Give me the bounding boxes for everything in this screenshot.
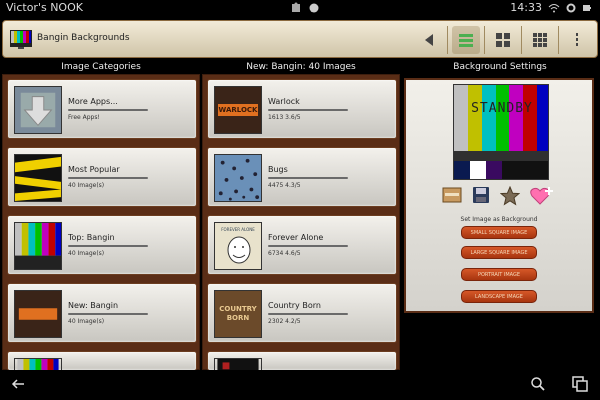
clock: 14:33 (510, 1, 542, 14)
background-preview: STANDBY (453, 84, 549, 180)
category-item-partial[interactable] (7, 351, 197, 372)
grid-small-icon (533, 33, 547, 47)
view-toolbar (415, 26, 591, 54)
bugs-thumb (214, 154, 262, 202)
settings-icons (442, 186, 554, 206)
set-background-label: Set Image as Background (460, 216, 538, 223)
star-icon[interactable] (500, 186, 520, 206)
download-arrow-thumb (14, 86, 62, 134)
landscape-image-button[interactable]: LANDSCAPE IMAGE (461, 290, 537, 303)
country-born-thumb: COUNTRY BORN (214, 290, 262, 338)
category-title: Most Popular (68, 165, 120, 174)
search-icon[interactable] (530, 376, 546, 392)
title-underline (268, 313, 348, 315)
gear-icon (566, 3, 576, 12)
add-favorite-heart-icon[interactable] (530, 186, 554, 206)
overflow-menu-button[interactable] (563, 26, 591, 54)
title-underline (268, 177, 348, 179)
save-disk-icon[interactable] (472, 186, 490, 204)
grid-2-view-button[interactable] (489, 26, 517, 54)
country-born-logo: COUNTRY BORN (219, 305, 257, 322)
image-stats: 2302 4.2/5 (268, 318, 301, 325)
image-item-warlock[interactable]: WARLOCK Warlock 1613 3.6/5 (207, 79, 397, 139)
divider (484, 26, 485, 54)
list-view-button[interactable] (452, 26, 480, 54)
images-panel: WARLOCK Warlock 1613 3.6/5 Bugs 4475 4.3… (202, 74, 400, 372)
image-item-forever-alone[interactable]: FOREVER ALONE Forever Alone 6734 4.6/5 (207, 215, 397, 275)
image-stats: 4475 4.3/5 (268, 182, 301, 189)
image-title: Warlock (268, 97, 300, 106)
color-bars-thumb (14, 222, 62, 270)
action-bar: Bangin Backgrounds (2, 20, 598, 58)
recent-apps-icon[interactable] (572, 376, 588, 392)
category-title: Top: Bangin (68, 233, 115, 242)
title-underline (68, 245, 148, 247)
back-arrow-button[interactable] (415, 26, 443, 54)
status-bar: Victor's NOOK 14:33 (0, 0, 600, 18)
category-title: More Apps... (68, 97, 118, 106)
color-bars-preview (454, 85, 548, 179)
forever-alone-caption: FOREVER ALONE (221, 227, 255, 232)
puzzle-icon (292, 2, 300, 12)
title-underline (268, 245, 348, 247)
category-subtitle: 40 Image(s) (68, 182, 105, 189)
image-item-partial[interactable] (207, 351, 397, 372)
image-stats: 6734 4.6/5 (268, 250, 301, 257)
image-frame-icon[interactable] (442, 186, 462, 204)
list-icon (459, 34, 473, 47)
title-underline (268, 109, 348, 111)
caution-tape-thumb (14, 154, 62, 202)
back-arrow-icon[interactable] (10, 376, 26, 392)
battery-icon (583, 4, 591, 11)
forever-alone-thumb: FOREVER ALONE (214, 222, 262, 270)
image-title: Bugs (268, 165, 288, 174)
small-square-image-button[interactable]: SMALL SQUARE IMAGE (461, 226, 537, 239)
device-name: Victor's NOOK (6, 1, 83, 14)
wifi-icon (548, 3, 560, 12)
background-settings-panel: STANDBY Set Image as Background SMALL SQ… (404, 78, 594, 313)
portrait-image-button[interactable]: PORTRAIT IMAGE (461, 268, 537, 281)
image-list-header: New: Bangin: 40 Images (246, 62, 356, 72)
image-item-country-born[interactable]: COUNTRY BORN Country Born 2302 4.2/5 (207, 283, 397, 343)
image-title: Country Born (268, 301, 321, 310)
grid-icon (496, 33, 510, 47)
warlock-thumb (14, 290, 62, 338)
image-item-bugs[interactable]: Bugs 4475 4.3/5 (207, 147, 397, 207)
category-item-top-bangin[interactable]: Top: Bangin 40 Image(s) (7, 215, 197, 275)
image-title: Forever Alone (268, 233, 324, 242)
category-subtitle: Free Apps! (68, 114, 100, 121)
image-categories-header: Image Categories (61, 62, 141, 72)
title-underline (68, 313, 148, 315)
more-vertical-icon (576, 33, 578, 46)
divider (447, 26, 448, 54)
large-square-image-button[interactable]: LARGE SQUARE IMAGE (461, 246, 537, 259)
category-subtitle: 40 Image(s) (68, 318, 105, 325)
app-icon[interactable] (9, 27, 33, 51)
title-underline (68, 177, 148, 179)
category-item-new-bangin[interactable]: New: Bangin 40 Image(s) (7, 283, 197, 343)
background-settings-header: Background Settings (453, 62, 547, 72)
category-item-most-popular[interactable]: Most Popular 40 Image(s) (7, 147, 197, 207)
system-nav-bar (0, 370, 600, 400)
divider (558, 26, 559, 54)
standby-text: STANDBY (471, 101, 533, 116)
title-underline (68, 109, 148, 111)
notification-icons (290, 2, 320, 14)
category-subtitle: 40 Image(s) (68, 250, 105, 257)
warlock-logo: WARLOCK (218, 104, 258, 116)
image-stats: 1613 3.6/5 (268, 114, 301, 121)
grid-3-view-button[interactable] (526, 26, 554, 54)
chat-icon (309, 3, 319, 13)
categories-panel: More Apps... Free Apps! Most Popular 40 … (2, 74, 200, 372)
triangle-left-icon (425, 34, 433, 46)
status-right: 14:33 (510, 1, 592, 14)
category-item-more-apps[interactable]: More Apps... Free Apps! (7, 79, 197, 139)
meme-face-icon (227, 236, 251, 264)
warlock-thumb: WARLOCK (214, 86, 262, 134)
category-title: New: Bangin (68, 301, 119, 310)
app-title: Bangin Backgrounds (37, 33, 130, 43)
divider (521, 26, 522, 54)
